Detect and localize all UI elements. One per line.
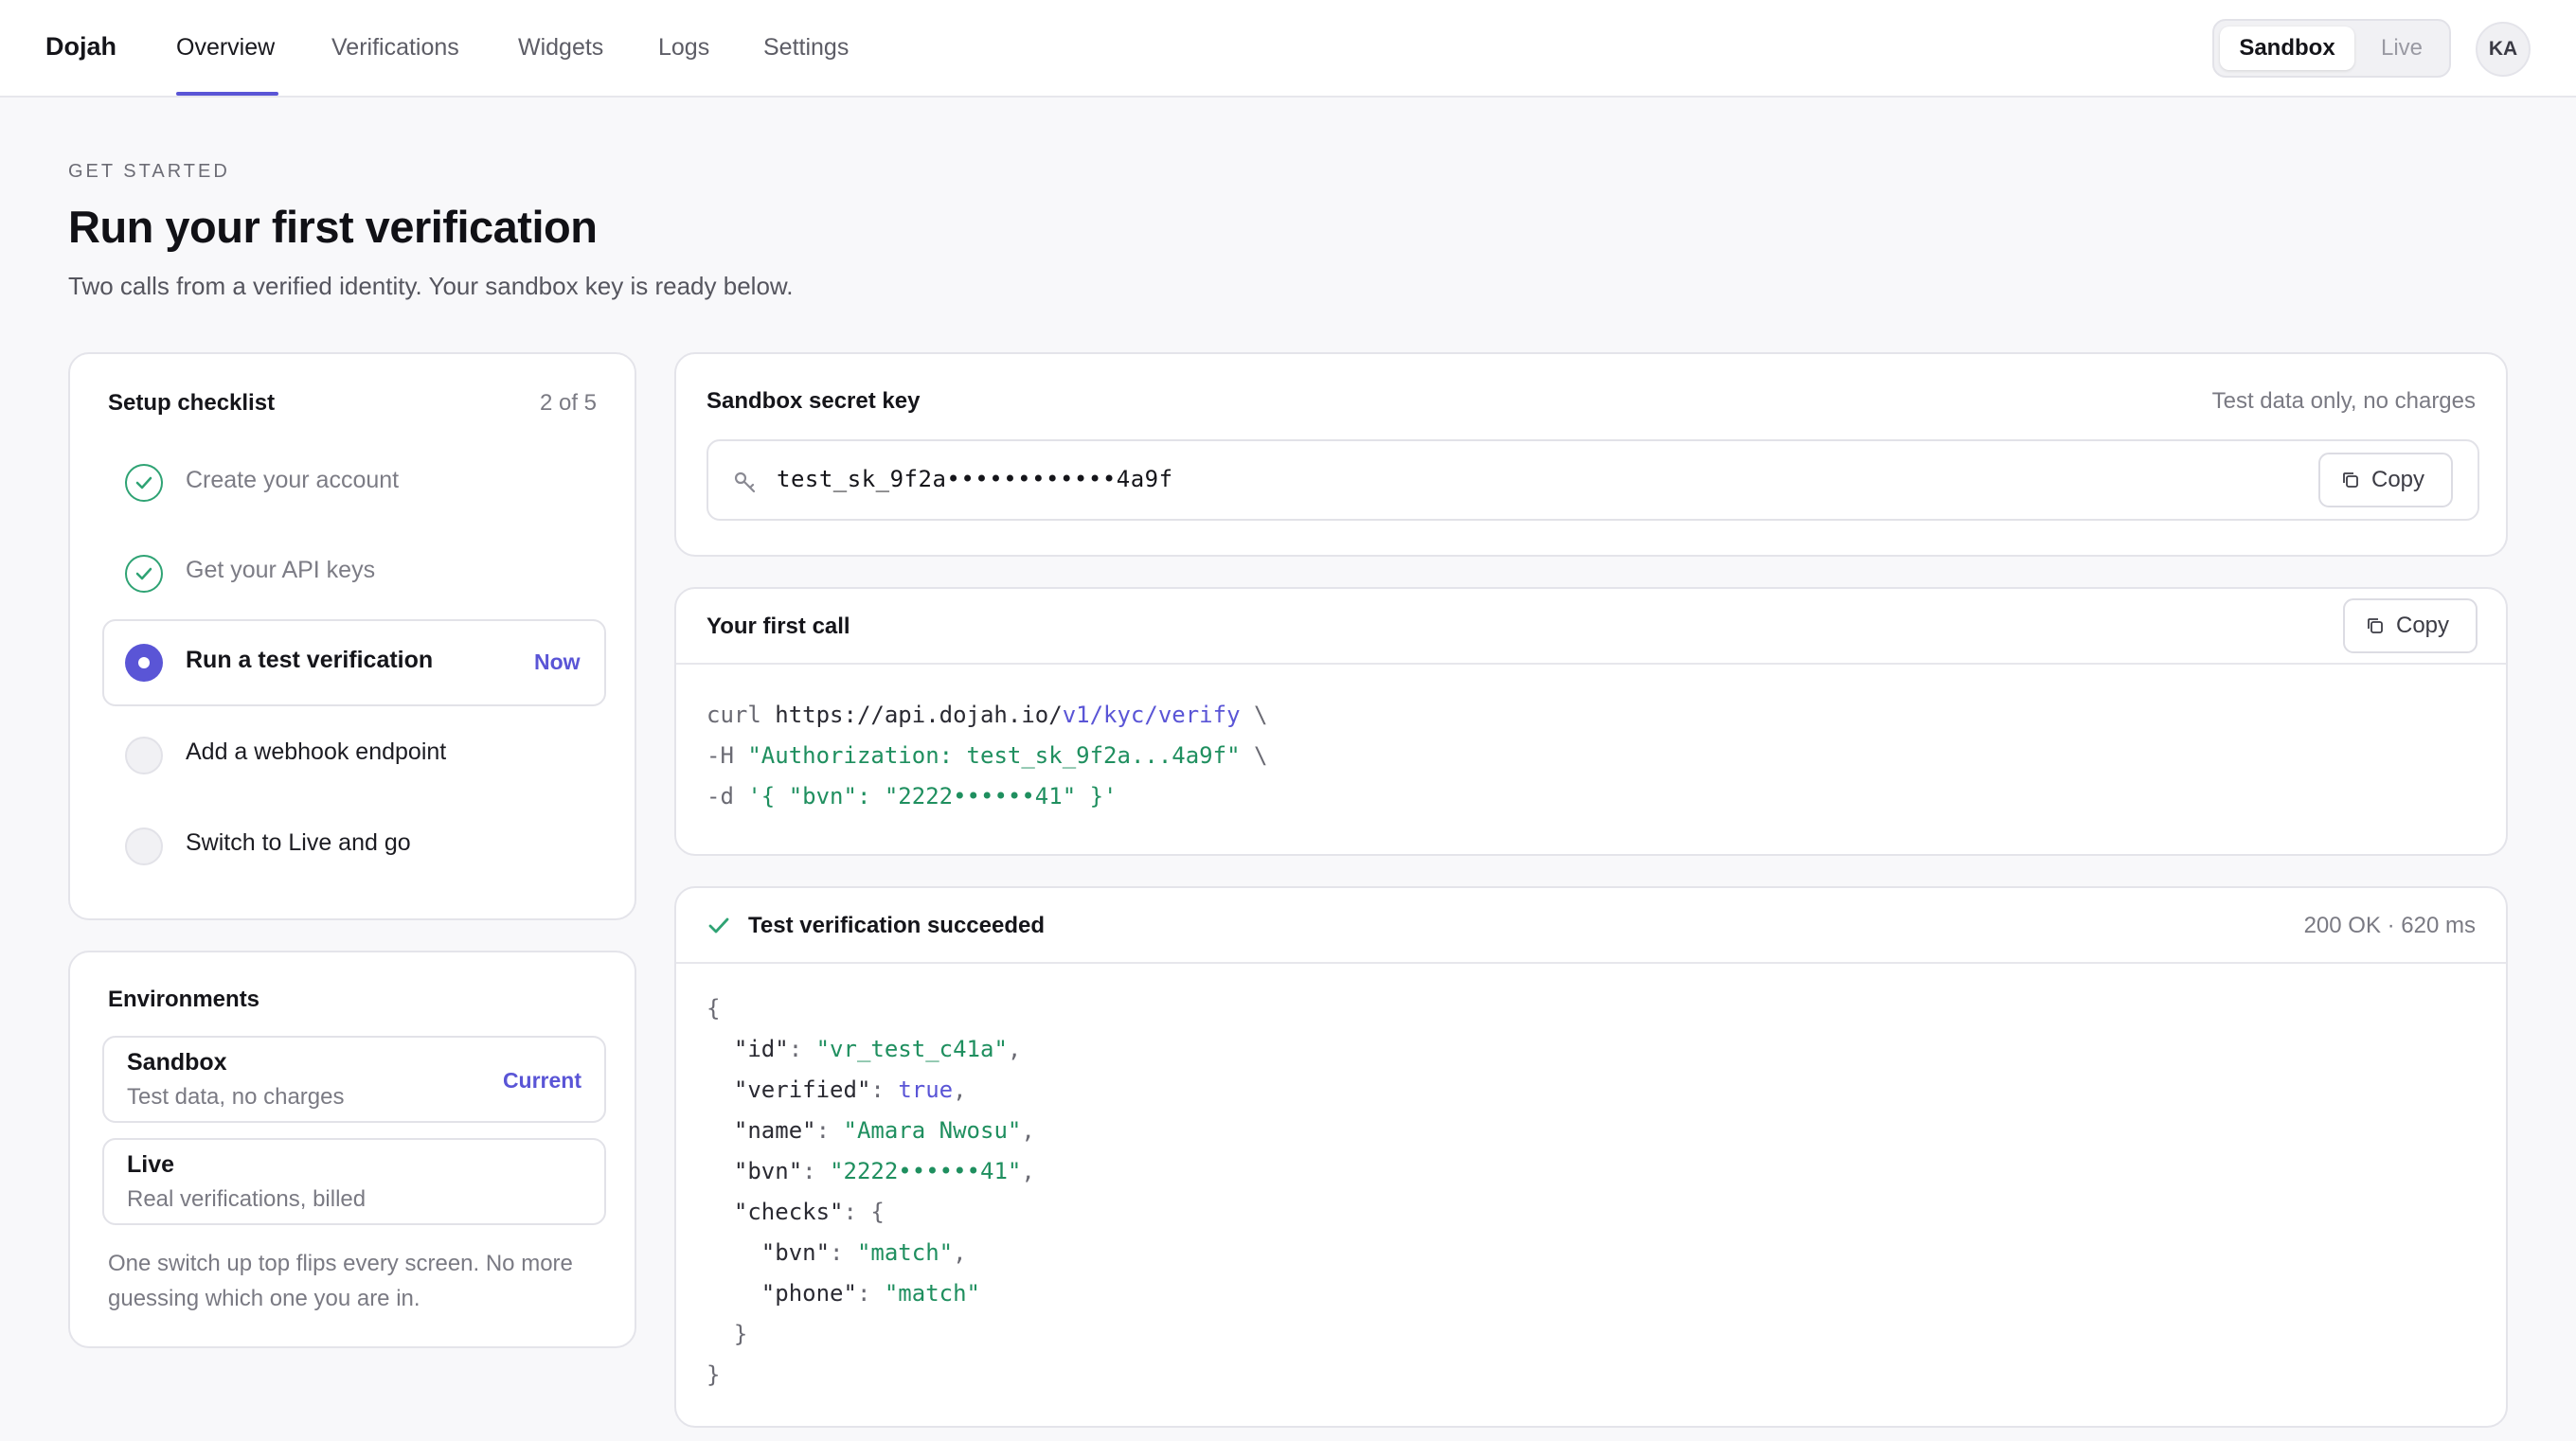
environment-option-live[interactable]: Live Real verifications, billed [102, 1138, 606, 1225]
card-divider [676, 962, 2506, 964]
user-avatar[interactable]: KA [2476, 22, 2531, 77]
page-subtitle: Two calls from a verified identity. Your… [68, 272, 794, 300]
tab-logs[interactable]: Logs [658, 34, 709, 62]
page-title: Run your first verification [68, 202, 598, 252]
environments-card: Environments Sandbox Test data, no charg… [68, 951, 636, 1348]
key-icon [733, 470, 758, 499]
test-result-card: Test verification succeeded 200 OK · 620… [674, 886, 2508, 1428]
environment-description: Real verifications, billed [127, 1186, 367, 1212]
tab-verifications[interactable]: Verifications [331, 34, 459, 62]
success-check-icon [708, 916, 729, 940]
env-toggle-live[interactable]: Live [2356, 27, 2447, 70]
first-call-card: Your first call Copy curl https://api.do… [674, 587, 2508, 856]
copy-code-button[interactable]: Copy [2343, 598, 2478, 653]
tab-overview[interactable]: Overview [176, 34, 275, 62]
card-divider [676, 663, 2506, 665]
checklist-item-add-webhook[interactable]: Add a webhook endpoint [186, 738, 446, 766]
copy-key-button[interactable]: Copy [2318, 453, 2453, 507]
tab-widgets[interactable]: Widgets [518, 34, 603, 62]
checklist-title: Setup checklist [108, 390, 276, 416]
current-step-icon [125, 644, 163, 682]
checklist-progress: 2 of 5 [539, 390, 597, 416]
active-tab-indicator [176, 92, 278, 96]
environment-toggle[interactable]: Sandbox Live [2212, 19, 2451, 78]
secret-key-value: test_sk_9f2a••••••••••••4a9f [777, 466, 1173, 492]
copy-icon [2368, 618, 2383, 633]
result-title: Test verification succeeded [748, 913, 1046, 938]
environments-title: Environments [108, 987, 260, 1012]
secret-key-card: Sandbox secret key Test data only, no ch… [674, 352, 2508, 557]
top-navigation-bar: Dojah Overview Verifications Widgets Log… [0, 0, 2576, 98]
checklist-item-label: Run a test verification [186, 647, 434, 673]
current-badge: Current [502, 1068, 581, 1093]
environment-description: Test data, no charges [127, 1084, 345, 1110]
pending-step-icon [125, 827, 163, 865]
now-badge: Now [534, 649, 581, 674]
check-done-icon [125, 464, 163, 502]
environment-name: Live [127, 1151, 175, 1178]
secret-key-field[interactable]: test_sk_9f2a••••••••••••4a9f Copy [707, 439, 2479, 521]
checklist-item-switch-live[interactable]: Switch to Live and go [186, 829, 411, 857]
check-done-icon [125, 555, 163, 593]
secret-key-hint: Test data only, no charges [2211, 388, 2476, 414]
checklist-item-create-account[interactable]: Create your account [186, 467, 399, 494]
tab-settings[interactable]: Settings [763, 34, 849, 62]
response-json[interactable]: { "id": "vr_test_c41a", "verified": true… [707, 988, 1035, 1396]
environment-option-sandbox[interactable]: Sandbox Test data, no charges Current [102, 1036, 606, 1123]
setup-checklist-card: Setup checklist 2 of 5 Create your accou… [68, 352, 636, 920]
brand-logo[interactable]: Dojah [45, 32, 116, 62]
checklist-item-run-test[interactable]: Run a test verification Now [102, 619, 606, 706]
secret-key-title: Sandbox secret key [707, 388, 921, 414]
first-call-title: Your first call [707, 614, 850, 639]
copy-icon [2343, 472, 2358, 488]
result-meta: 200 OK · 620 ms [2303, 913, 2476, 938]
environment-name: Sandbox [127, 1049, 227, 1076]
section-eyebrow: GET STARTED [68, 161, 230, 182]
copy-label: Copy [2396, 613, 2450, 638]
env-toggle-sandbox[interactable]: Sandbox [2220, 27, 2354, 70]
code-snippet[interactable]: curl https://api.dojah.io/v1/kyc/verify … [707, 695, 1267, 817]
copy-label: Copy [2371, 467, 2425, 492]
environments-note: One switch up top flips every screen. No… [108, 1251, 573, 1311]
pending-step-icon [125, 737, 163, 774]
checklist-item-get-api-keys[interactable]: Get your API keys [186, 557, 375, 584]
